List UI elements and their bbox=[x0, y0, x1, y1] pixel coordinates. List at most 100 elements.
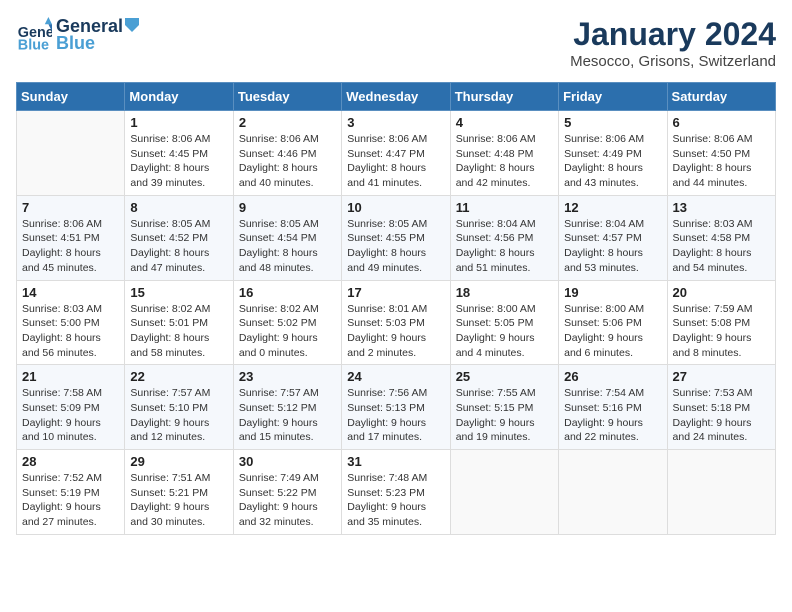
calendar-cell: 24 Sunrise: 7:56 AM Sunset: 5:13 PM Dayli… bbox=[342, 365, 450, 450]
logo: General Blue General Blue bbox=[16, 16, 139, 54]
calendar-cell: 28 Sunrise: 7:52 AM Sunset: 5:19 PM Dayli… bbox=[17, 450, 125, 535]
day-info: Sunrise: 8:03 AM Sunset: 4:58 PM Dayligh… bbox=[673, 217, 770, 276]
calendar-week-3: 14Sunrise: 8:03 AM Sunset: 5:00 PM Dayli… bbox=[17, 280, 776, 365]
day-number: 25 bbox=[456, 369, 553, 384]
day-number: 19 bbox=[564, 285, 661, 300]
day-number: 12 bbox=[564, 200, 661, 215]
calendar-week-1: 1 Sunrise: 8:06 AM Sunset: 4:45 PM Daylig… bbox=[17, 111, 776, 196]
calendar-cell: 1 Sunrise: 8:06 AM Sunset: 4:45 PM Daylig… bbox=[125, 111, 233, 196]
calendar-week-2: 7 Sunrise: 8:06 AM Sunset: 4:51 PM Daylig… bbox=[17, 195, 776, 280]
calendar-cell: 31Sunrise: 7:48 AM Sunset: 5:23 PM Dayli… bbox=[342, 450, 450, 535]
calendar-cell: 25 Sunrise: 7:55 AM Sunset: 5:15 PM Dayli… bbox=[450, 365, 558, 450]
day-info: Sunrise: 7:57 AM Sunset: 5:12 PM Dayligh… bbox=[239, 386, 336, 445]
day-info: Sunrise: 7:54 AM Sunset: 5:16 PM Dayligh… bbox=[564, 386, 661, 445]
day-header-sunday: Sunday bbox=[17, 83, 125, 111]
calendar-cell: 16 Sunrise: 8:02 AM Sunset: 5:02 PM Dayli… bbox=[233, 280, 341, 365]
day-info: Sunrise: 7:51 AM Sunset: 5:21 PM Dayligh… bbox=[130, 471, 227, 530]
calendar-cell: 12 Sunrise: 8:04 AM Sunset: 4:57 PM Dayli… bbox=[559, 195, 667, 280]
day-number: 6 bbox=[673, 115, 770, 130]
day-info: Sunrise: 8:04 AM Sunset: 4:57 PM Dayligh… bbox=[564, 217, 661, 276]
day-header-wednesday: Wednesday bbox=[342, 83, 450, 111]
calendar-cell: 23 Sunrise: 7:57 AM Sunset: 5:12 PM Dayli… bbox=[233, 365, 341, 450]
day-number: 1 bbox=[130, 115, 227, 130]
day-number: 17 bbox=[347, 285, 444, 300]
calendar-cell: 2 Sunrise: 8:06 AM Sunset: 4:46 PM Daylig… bbox=[233, 111, 341, 196]
month-title: January 2024 bbox=[570, 16, 776, 53]
calendar-cell: 10 Sunrise: 8:05 AM Sunset: 4:55 PM Dayli… bbox=[342, 195, 450, 280]
day-info: Sunrise: 8:00 AM Sunset: 5:06 PM Dayligh… bbox=[564, 302, 661, 361]
day-number: 2 bbox=[239, 115, 336, 130]
calendar-cell: 11 Sunrise: 8:04 AM Sunset: 4:56 PM Dayli… bbox=[450, 195, 558, 280]
day-number: 5 bbox=[564, 115, 661, 130]
day-info: Sunrise: 8:06 AM Sunset: 4:50 PM Dayligh… bbox=[673, 132, 770, 191]
page-header: General Blue General Blue January 2024 M… bbox=[16, 16, 776, 70]
calendar-header: SundayMondayTuesdayWednesdayThursdayFrid… bbox=[17, 83, 776, 111]
day-number: 24 bbox=[347, 369, 444, 384]
day-info: Sunrise: 8:05 AM Sunset: 4:52 PM Dayligh… bbox=[130, 217, 227, 276]
calendar-cell: 22Sunrise: 7:57 AM Sunset: 5:10 PM Dayli… bbox=[125, 365, 233, 450]
calendar-cell: 3 Sunrise: 8:06 AM Sunset: 4:47 PM Daylig… bbox=[342, 111, 450, 196]
day-info: Sunrise: 7:56 AM Sunset: 5:13 PM Dayligh… bbox=[347, 386, 444, 445]
calendar-cell bbox=[17, 111, 125, 196]
calendar-cell: 20Sunrise: 7:59 AM Sunset: 5:08 PM Dayli… bbox=[667, 280, 775, 365]
day-number: 15 bbox=[130, 285, 227, 300]
day-number: 16 bbox=[239, 285, 336, 300]
calendar-cell: 8 Sunrise: 8:05 AM Sunset: 4:52 PM Daylig… bbox=[125, 195, 233, 280]
day-number: 21 bbox=[22, 369, 119, 384]
day-info: Sunrise: 8:06 AM Sunset: 4:46 PM Dayligh… bbox=[239, 132, 336, 191]
calendar-cell: 30 Sunrise: 7:49 AM Sunset: 5:22 PM Dayli… bbox=[233, 450, 341, 535]
day-info: Sunrise: 8:04 AM Sunset: 4:56 PM Dayligh… bbox=[456, 217, 553, 276]
day-number: 11 bbox=[456, 200, 553, 215]
day-info: Sunrise: 8:02 AM Sunset: 5:02 PM Dayligh… bbox=[239, 302, 336, 361]
day-info: Sunrise: 7:53 AM Sunset: 5:18 PM Dayligh… bbox=[673, 386, 770, 445]
calendar-cell: 4 Sunrise: 8:06 AM Sunset: 4:48 PM Daylig… bbox=[450, 111, 558, 196]
calendar-week-5: 28 Sunrise: 7:52 AM Sunset: 5:19 PM Dayli… bbox=[17, 450, 776, 535]
logo-icon: General Blue bbox=[16, 17, 52, 53]
day-number: 27 bbox=[673, 369, 770, 384]
location-subtitle: Mesocco, Grisons, Switzerland bbox=[570, 53, 776, 70]
day-number: 7 bbox=[22, 200, 119, 215]
day-header-tuesday: Tuesday bbox=[233, 83, 341, 111]
day-info: Sunrise: 8:05 AM Sunset: 4:55 PM Dayligh… bbox=[347, 217, 444, 276]
logo-arrow-icon bbox=[125, 18, 139, 32]
day-number: 14 bbox=[22, 285, 119, 300]
day-number: 3 bbox=[347, 115, 444, 130]
day-number: 22 bbox=[130, 369, 227, 384]
day-number: 28 bbox=[22, 454, 119, 469]
day-number: 31 bbox=[347, 454, 444, 469]
calendar-cell: 19 Sunrise: 8:00 AM Sunset: 5:06 PM Dayli… bbox=[559, 280, 667, 365]
day-number: 8 bbox=[130, 200, 227, 215]
day-number: 23 bbox=[239, 369, 336, 384]
day-number: 9 bbox=[239, 200, 336, 215]
calendar-cell: 5 Sunrise: 8:06 AM Sunset: 4:49 PM Daylig… bbox=[559, 111, 667, 196]
calendar-cell: 14Sunrise: 8:03 AM Sunset: 5:00 PM Dayli… bbox=[17, 280, 125, 365]
day-number: 4 bbox=[456, 115, 553, 130]
day-number: 10 bbox=[347, 200, 444, 215]
day-number: 20 bbox=[673, 285, 770, 300]
day-info: Sunrise: 8:06 AM Sunset: 4:48 PM Dayligh… bbox=[456, 132, 553, 191]
calendar-cell: 18Sunrise: 8:00 AM Sunset: 5:05 PM Dayli… bbox=[450, 280, 558, 365]
calendar-cell bbox=[450, 450, 558, 535]
day-info: Sunrise: 8:06 AM Sunset: 4:47 PM Dayligh… bbox=[347, 132, 444, 191]
calendar-cell: 21 Sunrise: 7:58 AM Sunset: 5:09 PM Dayli… bbox=[17, 365, 125, 450]
day-info: Sunrise: 7:49 AM Sunset: 5:22 PM Dayligh… bbox=[239, 471, 336, 530]
day-info: Sunrise: 8:06 AM Sunset: 4:45 PM Dayligh… bbox=[130, 132, 227, 191]
day-header-saturday: Saturday bbox=[667, 83, 775, 111]
day-header-friday: Friday bbox=[559, 83, 667, 111]
calendar-cell: 9 Sunrise: 8:05 AM Sunset: 4:54 PM Daylig… bbox=[233, 195, 341, 280]
day-info: Sunrise: 7:52 AM Sunset: 5:19 PM Dayligh… bbox=[22, 471, 119, 530]
calendar-cell: 27 Sunrise: 7:53 AM Sunset: 5:18 PM Dayli… bbox=[667, 365, 775, 450]
day-info: Sunrise: 8:06 AM Sunset: 4:49 PM Dayligh… bbox=[564, 132, 661, 191]
calendar-cell: 15 Sunrise: 8:02 AM Sunset: 5:01 PM Dayli… bbox=[125, 280, 233, 365]
day-info: Sunrise: 8:06 AM Sunset: 4:51 PM Dayligh… bbox=[22, 217, 119, 276]
calendar-cell bbox=[667, 450, 775, 535]
day-info: Sunrise: 8:02 AM Sunset: 5:01 PM Dayligh… bbox=[130, 302, 227, 361]
day-number: 30 bbox=[239, 454, 336, 469]
day-info: Sunrise: 7:55 AM Sunset: 5:15 PM Dayligh… bbox=[456, 386, 553, 445]
calendar-cell bbox=[559, 450, 667, 535]
calendar-cell: 7 Sunrise: 8:06 AM Sunset: 4:51 PM Daylig… bbox=[17, 195, 125, 280]
day-header-thursday: Thursday bbox=[450, 83, 558, 111]
day-info: Sunrise: 8:05 AM Sunset: 4:54 PM Dayligh… bbox=[239, 217, 336, 276]
day-info: Sunrise: 7:58 AM Sunset: 5:09 PM Dayligh… bbox=[22, 386, 119, 445]
calendar-cell: 13Sunrise: 8:03 AM Sunset: 4:58 PM Dayli… bbox=[667, 195, 775, 280]
